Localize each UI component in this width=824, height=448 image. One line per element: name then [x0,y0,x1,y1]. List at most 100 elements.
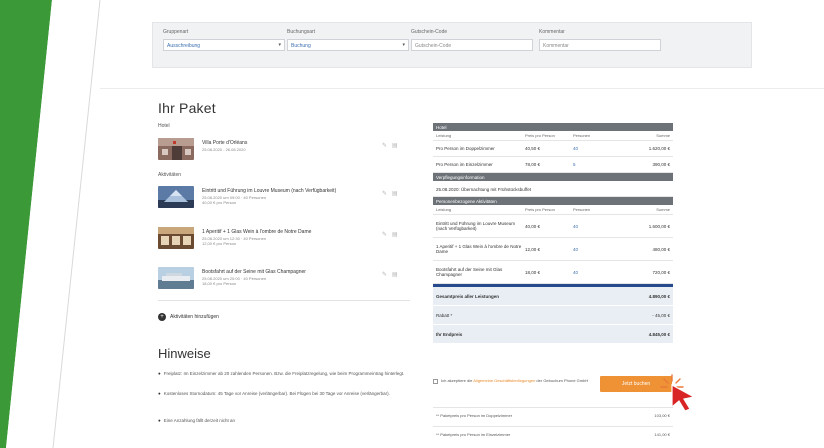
row-persons[interactable]: 40 [573,270,613,275]
catering-info: 25.08.2020: Übernachtung mit Frühstücksb… [433,181,673,197]
row-sum: 1.600,00 € [648,223,670,229]
note-item: Eine Anzahlung fällt derzeit nicht an [158,418,408,424]
table-row: Bootsfahrt auf der Seine mit Glas Champa… [433,261,673,284]
notes-title: Hinweise [158,346,211,361]
package-item-date: 25.08.2020 - 26.08.2020 [202,147,246,152]
summary-column-headers: Leistung Preis pro Person Personen Summe [433,205,673,215]
package-item-title: Eintritt und Führung im Louvre Museum (n… [202,188,337,194]
extra-label: ** Paketpreis pro Person im Doppelzimmer [436,412,513,418]
edit-icon[interactable]: ✎ [382,232,387,238]
row-name: Pro Person im Einzelzimmer [436,162,493,167]
row-persons[interactable]: 5 [573,162,613,167]
filter-group-voucher: Gutschein-Code Gutschein-Code [411,29,533,51]
trash-icon[interactable]: ▤ [392,272,398,278]
edit-icon[interactable]: ✎ [382,272,387,278]
table-row: 1 Aperitif + 1 Glas Wein à l'ombre de No… [433,238,673,261]
trash-icon[interactable]: ▤ [392,232,398,238]
item-actions: ✎ ▤ [382,231,403,238]
extra-label: ** Paketpreis pro Person im Einzelzimmer [436,431,511,437]
page-title: Ihr Paket [158,100,216,116]
row-sum: 480,00 € [652,246,670,252]
total-row: Gesamtpreis aller Leistungen 4.890,00 € [433,287,673,306]
row-price: 12,00 € [525,246,541,252]
total-label: Ihr Endpreis [436,331,463,337]
package-item-hotel: Villa Porte d'Orléans 25.08.2020 - 26.08… [158,138,408,168]
summary-section-header: Hotel [433,123,673,131]
discount-row: Rabatt * - 45,00 € [433,306,673,325]
table-row: Pro Person im Einzelzimmer 78,00 € 5 390… [433,157,673,173]
table-row: Pro Person im Doppelzimmer 40,50 € 40 1.… [433,141,673,157]
terms-checkbox[interactable] [433,379,438,384]
summary-column-headers: Leistung Preis pro Person Personen Summe [433,131,673,141]
add-activity-button[interactable]: + Aktivitäten hinzufügen [158,313,219,321]
row-price: 40,50 € [525,146,541,151]
booking-type-select[interactable]: Buchung ▾ [287,39,409,51]
voucher-code-input[interactable]: Gutschein-Code [411,39,533,51]
filter-label: Gruppenart [163,29,189,35]
row-persons[interactable]: 40 [573,224,613,229]
column-header: Leistung [436,133,452,138]
trash-icon[interactable]: ▤ [392,143,398,149]
comment-input[interactable]: Kommentar [539,39,661,51]
group-type-select[interactable]: Ausschreibung ▾ [163,39,285,51]
list-divider [158,300,410,301]
total-value: 4.845,00 € [648,331,670,337]
item-actions: ✎ ▤ [382,142,403,149]
row-persons[interactable]: 40 [573,247,613,252]
filter-group-comment: Kommentar Kommentar [539,29,661,51]
item-actions: ✎ ▤ [382,190,403,197]
total-value: - 45,00 € [652,312,670,318]
note-item: Freiplatz: Im Einzelzimmer ab 20 zahlend… [158,371,408,377]
filter-label: Buchungsart [287,29,316,35]
package-item-price: 18,00 € pro Person [202,281,237,286]
edit-icon[interactable]: ✎ [382,191,387,197]
total-label: Gesamtpreis aller Leistungen [436,293,500,299]
boat-thumbnail [158,267,194,289]
chevron-down-icon: ▾ [402,42,405,48]
row-sum: 390,00 € [652,162,670,167]
filter-label: Gutschein-Code [411,29,448,35]
column-header: Leistung [436,207,452,212]
trash-icon[interactable]: ▤ [392,191,398,197]
booking-filter-bar: Gruppenart Ausschreibung ▾ Buchungsart Bu… [152,22,752,68]
table-row: Eintritt und Führung im Louvre Museum (n… [433,215,673,238]
row-persons[interactable]: 40 [573,146,613,151]
package-item-title: Villa Porte d'Orléans [202,140,248,146]
edit-icon[interactable]: ✎ [382,143,387,149]
extra-value: 103,00 € [654,412,670,418]
section-label-hotel: Hotel [158,123,170,129]
terms-link[interactable]: Allgemeine Geschäftsbedingungen [473,378,535,383]
row-name: Eintritt und Führung im Louvre Museum (n… [436,221,516,231]
plus-circle-icon: + [158,313,166,321]
row-sum: 720,00 € [652,269,670,275]
section-divider [100,88,824,89]
item-actions: ✎ ▤ [382,271,403,278]
row-sum: 1.620,00 € [648,146,670,151]
section-label-activities: Aktivitäten [158,172,182,178]
filter-label: Kommentar [539,29,565,35]
louvre-thumbnail [158,186,194,208]
package-item-title: Bootsfahrt auf der Seine mit Glas Champa… [202,269,306,275]
column-header: Preis pro Person [525,207,555,212]
chevron-down-icon: ▾ [278,42,281,48]
column-header: Personen [573,133,591,138]
extra-price-row: ** Paketpreis pro Person im Einzelzimmer… [433,426,673,441]
column-header: Personen [573,207,591,212]
total-value: 4.890,00 € [648,293,670,299]
row-name: Bootsfahrt auf der Seine mit Glas Champa… [436,267,503,277]
extra-price-row: ** Paketpreis pro Person im Doppelzimmer… [433,407,673,422]
terms-text: Ich akzeptiere die Allgemeine Geschäftsb… [441,378,588,384]
terms-prefix: Ich akzeptiere die [441,378,473,383]
filter-group-type: Gruppenart Ausschreibung ▾ [163,29,285,51]
row-name: 1 Aperitif + 1 Glas Wein à l'ombre de No… [436,244,522,254]
column-header: Preis pro Person [525,133,555,138]
summary-section-header: Verpflegungsinformation [433,173,673,181]
package-item-title: 1 Aperitif + 1 Glas Wein à l'ombre de No… [202,229,312,235]
price-summary-table: Hotel Leistung Preis pro Person Personen… [433,123,673,344]
hotel-thumbnail [158,138,194,160]
row-price: 78,00 € [525,162,541,167]
package-item-price: 40,00 € pro Person [202,200,237,205]
add-activity-label: Aktivitäten hinzufügen [170,314,219,320]
filter-group-booking: Buchungsart Buchung ▾ [287,29,409,51]
package-item-price: 12,00 € pro Person [202,241,237,246]
